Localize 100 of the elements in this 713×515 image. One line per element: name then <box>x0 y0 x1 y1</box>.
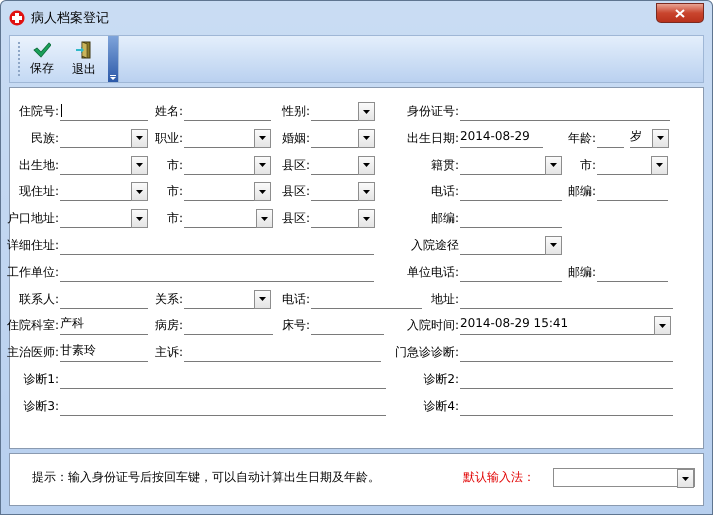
dropdown-button[interactable] <box>358 102 375 121</box>
caret-icon <box>259 190 266 194</box>
dropdown-field[interactable] <box>184 290 271 309</box>
dropdown-field[interactable] <box>184 156 271 175</box>
dropdown-field[interactable] <box>184 128 271 148</box>
caret-icon <box>136 216 143 221</box>
field-label: 门急诊诊断: <box>394 344 459 362</box>
field-label: 诊断1: <box>22 370 59 388</box>
dropdown-button[interactable] <box>254 290 271 309</box>
text-field[interactable]: 产科 <box>60 316 148 336</box>
dropdown-field[interactable] <box>311 156 375 175</box>
field-label: 住院科室: <box>6 317 59 334</box>
field-label: 年龄: <box>566 130 596 147</box>
dropdown-button[interactable] <box>358 156 375 175</box>
field-label: 婚姻: <box>280 130 310 147</box>
text-field[interactable]: 2014-08-29 <box>460 128 543 148</box>
toolbar-overflow-button[interactable] <box>108 36 118 82</box>
dropdown-field[interactable] <box>60 128 148 148</box>
dropdown-button[interactable] <box>254 182 271 202</box>
dropdown-field[interactable]: 岁 <box>630 128 669 148</box>
dropdown-button[interactable] <box>651 156 668 175</box>
door-icon <box>76 40 92 58</box>
dropdown-field[interactable] <box>311 182 375 202</box>
toolbar-button[interactable]: 保存 <box>26 36 58 82</box>
field-label: 床号: <box>280 317 310 334</box>
field-label: 户口地址: <box>6 210 59 228</box>
dropdown-button[interactable] <box>131 209 148 228</box>
dropdown-button[interactable] <box>254 128 271 148</box>
dropdown-field[interactable] <box>60 156 148 175</box>
dropdown-field[interactable] <box>311 209 375 228</box>
field-label: 地址: <box>430 290 459 308</box>
field-label: 姓名: <box>154 103 183 120</box>
caret-icon <box>659 324 666 328</box>
window-title: 病人档案登记 <box>31 10 110 27</box>
field-label: 县区: <box>280 183 310 200</box>
dropdown-field[interactable]: 2014-08-29 15:41 <box>460 316 671 336</box>
field-label: 籍贯: <box>430 156 459 174</box>
checkmark-icon <box>33 42 51 58</box>
dropdown-button[interactable] <box>545 156 562 175</box>
field-label: 现住址: <box>18 183 59 200</box>
field-label: 邮编: <box>430 210 459 228</box>
field-label: 联系人: <box>18 290 59 308</box>
input-method-label: 默认输入法： <box>463 469 535 486</box>
dropdown-button[interactable] <box>131 128 148 148</box>
dropdown-field[interactable] <box>553 468 695 487</box>
caret-icon <box>136 136 143 140</box>
dropdown-field[interactable] <box>60 209 148 228</box>
dropdown-field[interactable] <box>460 156 562 175</box>
field-label: 县区: <box>280 210 310 228</box>
field-label: 市: <box>166 210 183 228</box>
caret-icon <box>136 190 143 194</box>
caret-icon <box>363 110 370 114</box>
caret-icon <box>363 136 370 140</box>
text-field[interactable]: 甘素玲 <box>60 343 148 362</box>
dropdown-button[interactable] <box>545 236 562 255</box>
field-label: 性别: <box>280 103 310 120</box>
field-label: 单位电话: <box>406 264 459 281</box>
caret-icon <box>259 297 266 302</box>
field-label: 诊断4: <box>422 398 459 415</box>
dropdown-button[interactable] <box>358 128 375 148</box>
text-field[interactable] <box>60 102 148 121</box>
field-label: 诊断2: <box>422 370 459 388</box>
dropdown-button[interactable] <box>654 316 671 336</box>
field-label: 邮编: <box>566 264 596 281</box>
field-label: 身份证号: <box>406 103 459 120</box>
field-label: 市: <box>578 156 596 174</box>
field-label: 职业: <box>154 130 183 147</box>
field-label: 出生日期: <box>406 130 459 147</box>
dropdown-button[interactable] <box>652 128 669 148</box>
caret-icon <box>550 243 557 248</box>
close-button[interactable] <box>656 3 704 23</box>
dropdown-button[interactable] <box>358 182 375 202</box>
field-label: 病房: <box>154 317 183 334</box>
dropdown-field[interactable] <box>311 102 375 121</box>
dropdown-button[interactable] <box>256 209 273 228</box>
dropdown-field[interactable] <box>60 182 148 202</box>
field-label: 电话: <box>430 183 459 200</box>
field-label: 民族: <box>30 130 59 147</box>
dropdown-button[interactable] <box>358 209 375 228</box>
field-label: 市: <box>166 183 183 200</box>
dropdown-field[interactable] <box>460 236 562 255</box>
dropdown-button[interactable] <box>131 156 148 175</box>
dropdown-field[interactable] <box>311 128 375 148</box>
toolbar-button[interactable]: 退出 <box>68 36 100 82</box>
caret-icon <box>363 163 370 168</box>
field-label: 电话: <box>280 290 310 308</box>
field-label: 市: <box>166 156 183 174</box>
field-label: 详细住址: <box>6 236 59 254</box>
dropdown-button[interactable] <box>131 182 148 202</box>
dropdown-field[interactable] <box>184 209 273 228</box>
caret-icon <box>259 136 266 140</box>
field-label: 邮编: <box>566 183 596 200</box>
dropdown-field[interactable] <box>184 182 271 202</box>
field-label: 住院号: <box>18 103 59 120</box>
caret-icon <box>363 190 370 194</box>
dropdown-button[interactable] <box>677 469 694 488</box>
dropdown-field[interactable] <box>597 156 668 175</box>
dropdown-button[interactable] <box>254 156 271 175</box>
cross-icon <box>9 10 25 26</box>
field-label: 主诉: <box>154 344 183 362</box>
